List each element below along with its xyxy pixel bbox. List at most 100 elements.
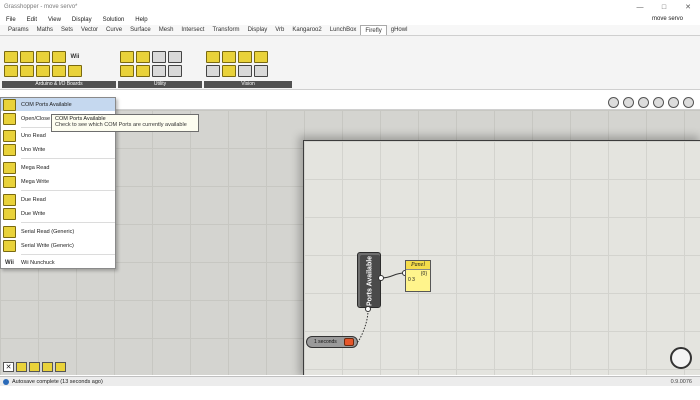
timer-component[interactable]: 1 seconds	[306, 336, 358, 348]
tab-mesh[interactable]: Mesh	[155, 25, 178, 35]
tab-display[interactable]: Display	[244, 25, 272, 35]
serial-icon[interactable]	[68, 65, 82, 77]
uno-read-icon	[3, 129, 16, 142]
wire-icon[interactable]	[623, 97, 634, 108]
open-icon[interactable]	[4, 65, 18, 77]
dropdown-item[interactable]: Due Read	[1, 193, 115, 206]
camera-icon[interactable]	[206, 51, 220, 63]
document-name[interactable]: move servo	[652, 16, 683, 22]
delete-icon[interactable]	[55, 362, 66, 372]
separator	[21, 190, 115, 191]
ports-available-component[interactable]: Ports Available	[357, 252, 381, 308]
menu-help[interactable]: Help	[135, 17, 147, 23]
dropdown-item[interactable]: Wii Wii Nunchuck	[1, 256, 115, 269]
kinect-icon[interactable]	[238, 51, 252, 63]
bracket-icon[interactable]	[152, 65, 166, 77]
enable-icon[interactable]	[16, 362, 27, 372]
bake-icon[interactable]	[42, 362, 53, 372]
dropdown-item[interactable]: COM Ports Available	[1, 98, 115, 111]
open-icon	[3, 112, 16, 125]
separator	[21, 254, 115, 255]
wave-icon[interactable]	[152, 51, 166, 63]
dropdown-item-label: COM Ports Available	[21, 101, 72, 108]
output-grip[interactable]	[378, 275, 384, 281]
dropdown-item[interactable]: Serial Write (Generic)	[1, 239, 115, 252]
minimize-icon[interactable]: —	[628, 0, 652, 14]
ribbon-group-vision: Vision	[204, 50, 292, 88]
close-icon[interactable]: ✕	[3, 362, 14, 372]
fader-icon[interactable]	[136, 65, 150, 77]
tab-vrb[interactable]: Vrb	[271, 25, 288, 35]
dropdown-item-label: Uno Write	[21, 146, 46, 153]
depth-icon[interactable]	[254, 51, 268, 63]
navigation-icon[interactable]	[670, 347, 692, 369]
tab-kangaroo2[interactable]: Kangaroo2	[288, 25, 325, 35]
preview-icon[interactable]	[608, 97, 619, 108]
buffer-icon[interactable]	[136, 51, 150, 63]
video-icon[interactable]	[222, 51, 236, 63]
disable-icon[interactable]	[29, 362, 40, 372]
ribbon-group-label[interactable]: Utility	[118, 81, 202, 88]
due-read-icon	[3, 193, 16, 206]
blank-icon[interactable]	[206, 65, 220, 77]
tab-ghowl[interactable]: gHowl	[387, 25, 412, 35]
maximize-icon[interactable]: □	[652, 0, 676, 14]
tab-maths[interactable]: Maths	[33, 25, 57, 35]
dropdown-item[interactable]: Due Write	[1, 207, 115, 220]
version-label: 0.9.0076	[670, 379, 692, 385]
tab-transform[interactable]: Transform	[208, 25, 243, 35]
tab-surface[interactable]: Surface	[126, 25, 155, 35]
tab-params[interactable]: Params	[4, 25, 33, 35]
mega-read-icon[interactable]	[36, 51, 50, 63]
mega-write-icon[interactable]	[36, 65, 50, 77]
uno-write-icon[interactable]	[20, 65, 34, 77]
tab-firefly[interactable]: Firefly	[360, 25, 387, 35]
flag-icon[interactable]	[168, 65, 182, 77]
ribbon-group-label[interactable]: Vision	[204, 81, 292, 88]
serial-read-icon	[3, 225, 16, 238]
circle-icon[interactable]	[168, 51, 182, 63]
uno-write-icon	[3, 143, 16, 156]
skeleton-icon[interactable]	[238, 65, 252, 77]
dropdown-item[interactable]: Mega Read	[1, 161, 115, 174]
menu-file[interactable]: File	[6, 17, 16, 23]
close-icon[interactable]: ✕	[676, 0, 700, 14]
surv-icon[interactable]	[120, 65, 134, 77]
wii-icon[interactable]: Wii	[68, 51, 82, 63]
figure-icon[interactable]	[254, 65, 268, 77]
grid-icon[interactable]	[222, 65, 236, 77]
globe-icon[interactable]	[683, 97, 694, 108]
color-icon[interactable]	[668, 97, 679, 108]
panel-component[interactable]: Panel {0} 0 3	[405, 260, 431, 292]
tab-intersect[interactable]: Intersect	[177, 25, 208, 35]
menu-solution[interactable]: Solution	[103, 17, 125, 23]
due-write-icon[interactable]	[52, 65, 66, 77]
dropdown-item-label: Serial Write (Generic)	[21, 242, 74, 249]
dropdown-item[interactable]: Serial Read (Generic)	[1, 225, 115, 238]
mega-read-icon	[3, 161, 16, 174]
tab-curve[interactable]: Curve	[102, 25, 126, 35]
title-bar: Grasshopper - move servo* — □ ✕	[0, 0, 700, 14]
shade-icon[interactable]	[653, 97, 664, 108]
dropdown-item[interactable]: Uno Write	[1, 143, 115, 156]
ribbon-group-label[interactable]: Arduino & I/O Boards	[2, 81, 116, 88]
sketch-icon[interactable]	[638, 97, 649, 108]
uno-read-icon[interactable]	[20, 51, 34, 63]
component-label: Ports Available	[360, 255, 380, 307]
ribbon-group-arduino: Wii Arduino & I/O Boards	[2, 50, 116, 88]
binary-icon[interactable]	[120, 51, 134, 63]
menu-edit[interactable]: Edit	[27, 17, 37, 23]
tooltip: COM Ports Available Check to see which C…	[51, 114, 199, 132]
panel-title: Panel	[406, 261, 430, 270]
due-read-icon[interactable]	[52, 51, 66, 63]
menu-display[interactable]: Display	[72, 17, 92, 23]
tab-vector[interactable]: Vector	[77, 25, 102, 35]
toggle-grip[interactable]	[365, 306, 371, 312]
ribbon-group-utility: Utility	[118, 50, 202, 88]
tab-lunchbox[interactable]: LunchBox	[326, 25, 361, 35]
timer-label: 1 seconds	[314, 339, 337, 345]
tab-sets[interactable]: Sets	[57, 25, 77, 35]
dropdown-item[interactable]: Mega Write	[1, 175, 115, 188]
menu-view[interactable]: View	[48, 17, 61, 23]
ports-icon[interactable]	[4, 51, 18, 63]
